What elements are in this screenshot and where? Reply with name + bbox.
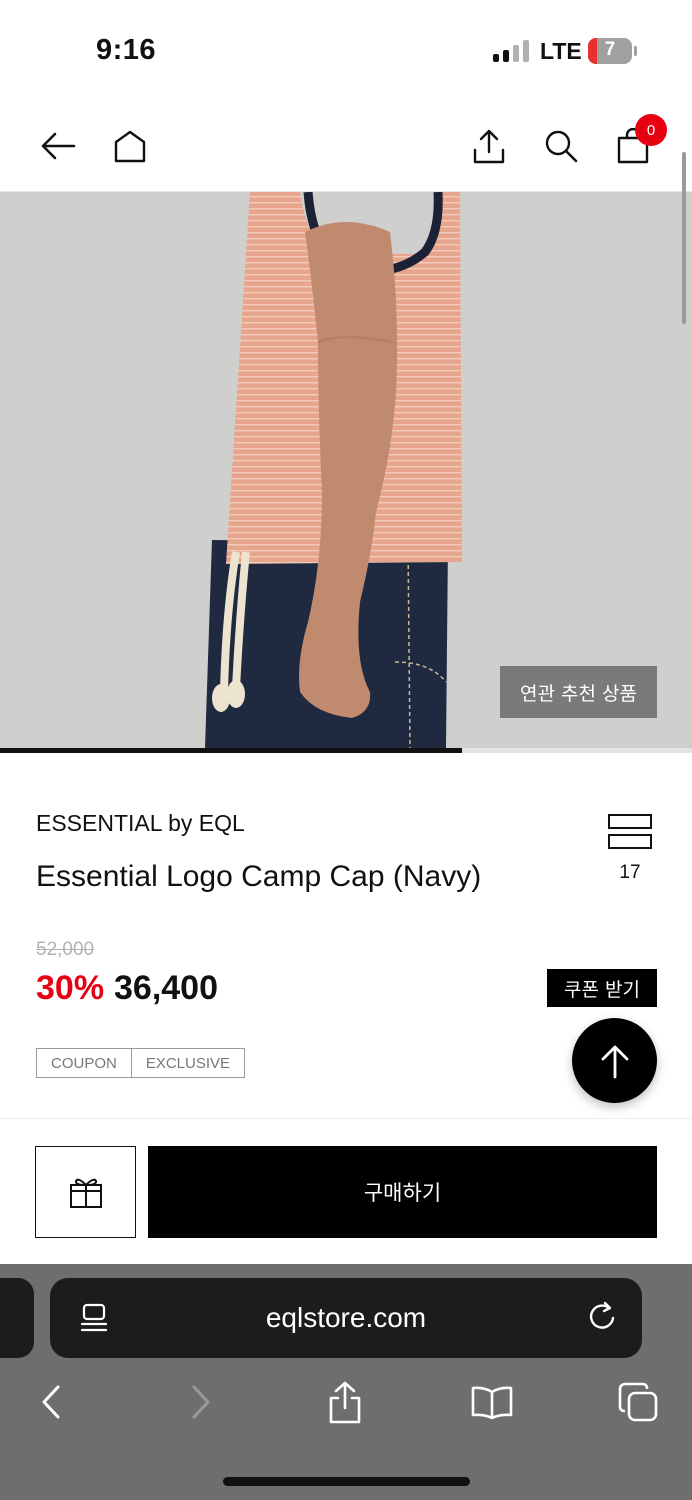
buy-button[interactable]: 구매하기 [148, 1146, 657, 1238]
get-coupon-button[interactable]: 쿠폰 받기 [547, 969, 657, 1007]
chevron-left-icon[interactable] [27, 1378, 75, 1426]
scrollbar[interactable] [682, 152, 686, 324]
reload-icon[interactable] [586, 1300, 620, 1334]
address-bar[interactable]: eqlstore.com [50, 1278, 642, 1358]
battery-level: 7 [604, 39, 616, 60]
arrow-up-icon [601, 1045, 628, 1078]
discount-rate: 30% [36, 969, 105, 1007]
gift-button[interactable] [35, 1146, 136, 1238]
gift-icon [69, 1178, 102, 1208]
carousel-progress [0, 748, 692, 753]
tag-coupon: COUPON [36, 1048, 132, 1078]
brand-name[interactable]: ESSENTIAL by EQL [36, 810, 245, 837]
status-bar: 9:16 LTE 7 [0, 0, 692, 100]
original-price: 52,000 [36, 939, 95, 960]
cart-count-badge: 0 [635, 114, 667, 146]
share-icon[interactable] [465, 122, 513, 170]
tag-exclusive: EXCLUSIVE [131, 1048, 246, 1078]
status-time: 9:16 [96, 34, 157, 66]
url-text: eqlstore.com [265, 1302, 427, 1333]
network-type: LTE [540, 38, 582, 64]
list-view-icon[interactable] [608, 814, 652, 852]
signal-icon [493, 40, 529, 62]
product-title: Essential Logo Camp Cap (Navy) [36, 860, 482, 893]
battery-icon: 7 [588, 38, 632, 64]
chevron-right-icon[interactable] [177, 1378, 225, 1426]
product-tags: COUPON EXCLUSIVE [36, 1048, 246, 1078]
carousel-progress-fill [0, 748, 462, 753]
tabs-icon[interactable] [614, 1378, 662, 1426]
product-photo [0, 192, 692, 748]
app-header [0, 100, 692, 192]
related-products-button[interactable]: 연관 추천 상품 [500, 666, 657, 718]
list-count: 17 [619, 862, 641, 883]
battery-cap [634, 46, 637, 56]
divider [0, 1118, 692, 1119]
sale-price: 36,400 [114, 969, 218, 1007]
bookmarks-icon[interactable] [468, 1378, 516, 1426]
product-image[interactable] [0, 192, 692, 748]
browser-share-icon[interactable] [321, 1378, 369, 1426]
home-indicator [223, 1477, 470, 1486]
previous-tab[interactable] [0, 1278, 34, 1358]
back-arrow-icon[interactable] [34, 122, 82, 170]
home-icon[interactable] [106, 122, 154, 170]
search-icon[interactable] [537, 122, 585, 170]
scroll-to-top-button[interactable] [572, 1018, 657, 1103]
